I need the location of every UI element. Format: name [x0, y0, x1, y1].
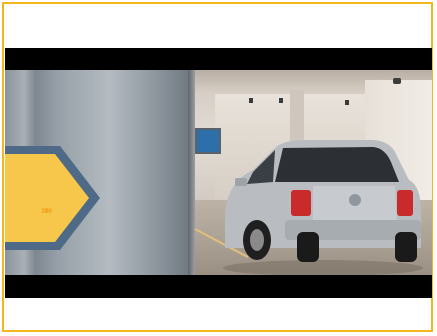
direction-sign — [5, 146, 100, 250]
parked-car — [223, 140, 423, 275]
security-camera-icon — [393, 78, 401, 84]
chevron-right-icon: »» — [41, 203, 52, 217]
ceiling-light — [279, 98, 283, 103]
garage-scene — [194, 70, 432, 275]
ceiling-light — [249, 98, 253, 103]
video-frame: »» — [5, 70, 432, 275]
ceiling-light — [345, 100, 349, 105]
video-player[interactable]: »» — [5, 48, 432, 298]
